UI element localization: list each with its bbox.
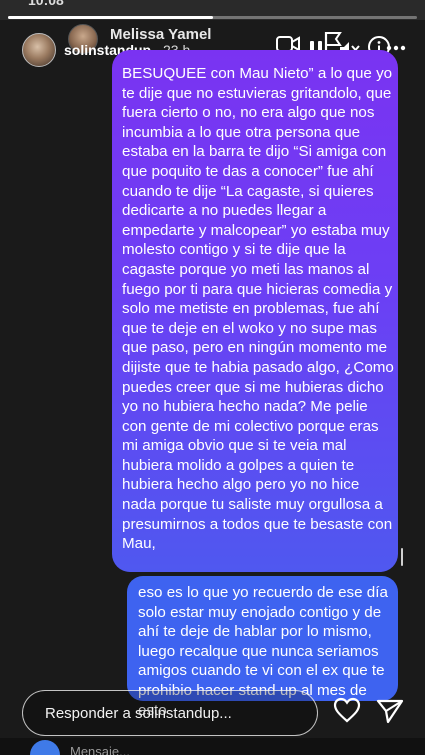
story-progress-bar — [8, 16, 417, 19]
story-viewer: 10:08 Melissa Yamel solinstandup 23 h BE… — [0, 0, 425, 755]
send-icon[interactable] — [376, 698, 404, 729]
scroll-indicator — [401, 548, 403, 566]
heart-icon[interactable] — [333, 697, 361, 728]
story-progress-fill — [8, 16, 213, 19]
underlying-compose-bar — [0, 738, 425, 755]
reply-placeholder[interactable]: Responder a solinstandup... — [45, 705, 232, 722]
status-time: 10:08 — [28, 0, 64, 8]
more-icon[interactable] — [386, 45, 406, 51]
compose-placeholder[interactable]: Mensaje... — [70, 744, 130, 755]
story-user-avatar[interactable] — [22, 33, 56, 67]
message-text: BESUQUEE con Mau Nieto” a lo que yo te d… — [122, 65, 394, 553]
contact-name: Melissa Yamel — [110, 26, 212, 43]
